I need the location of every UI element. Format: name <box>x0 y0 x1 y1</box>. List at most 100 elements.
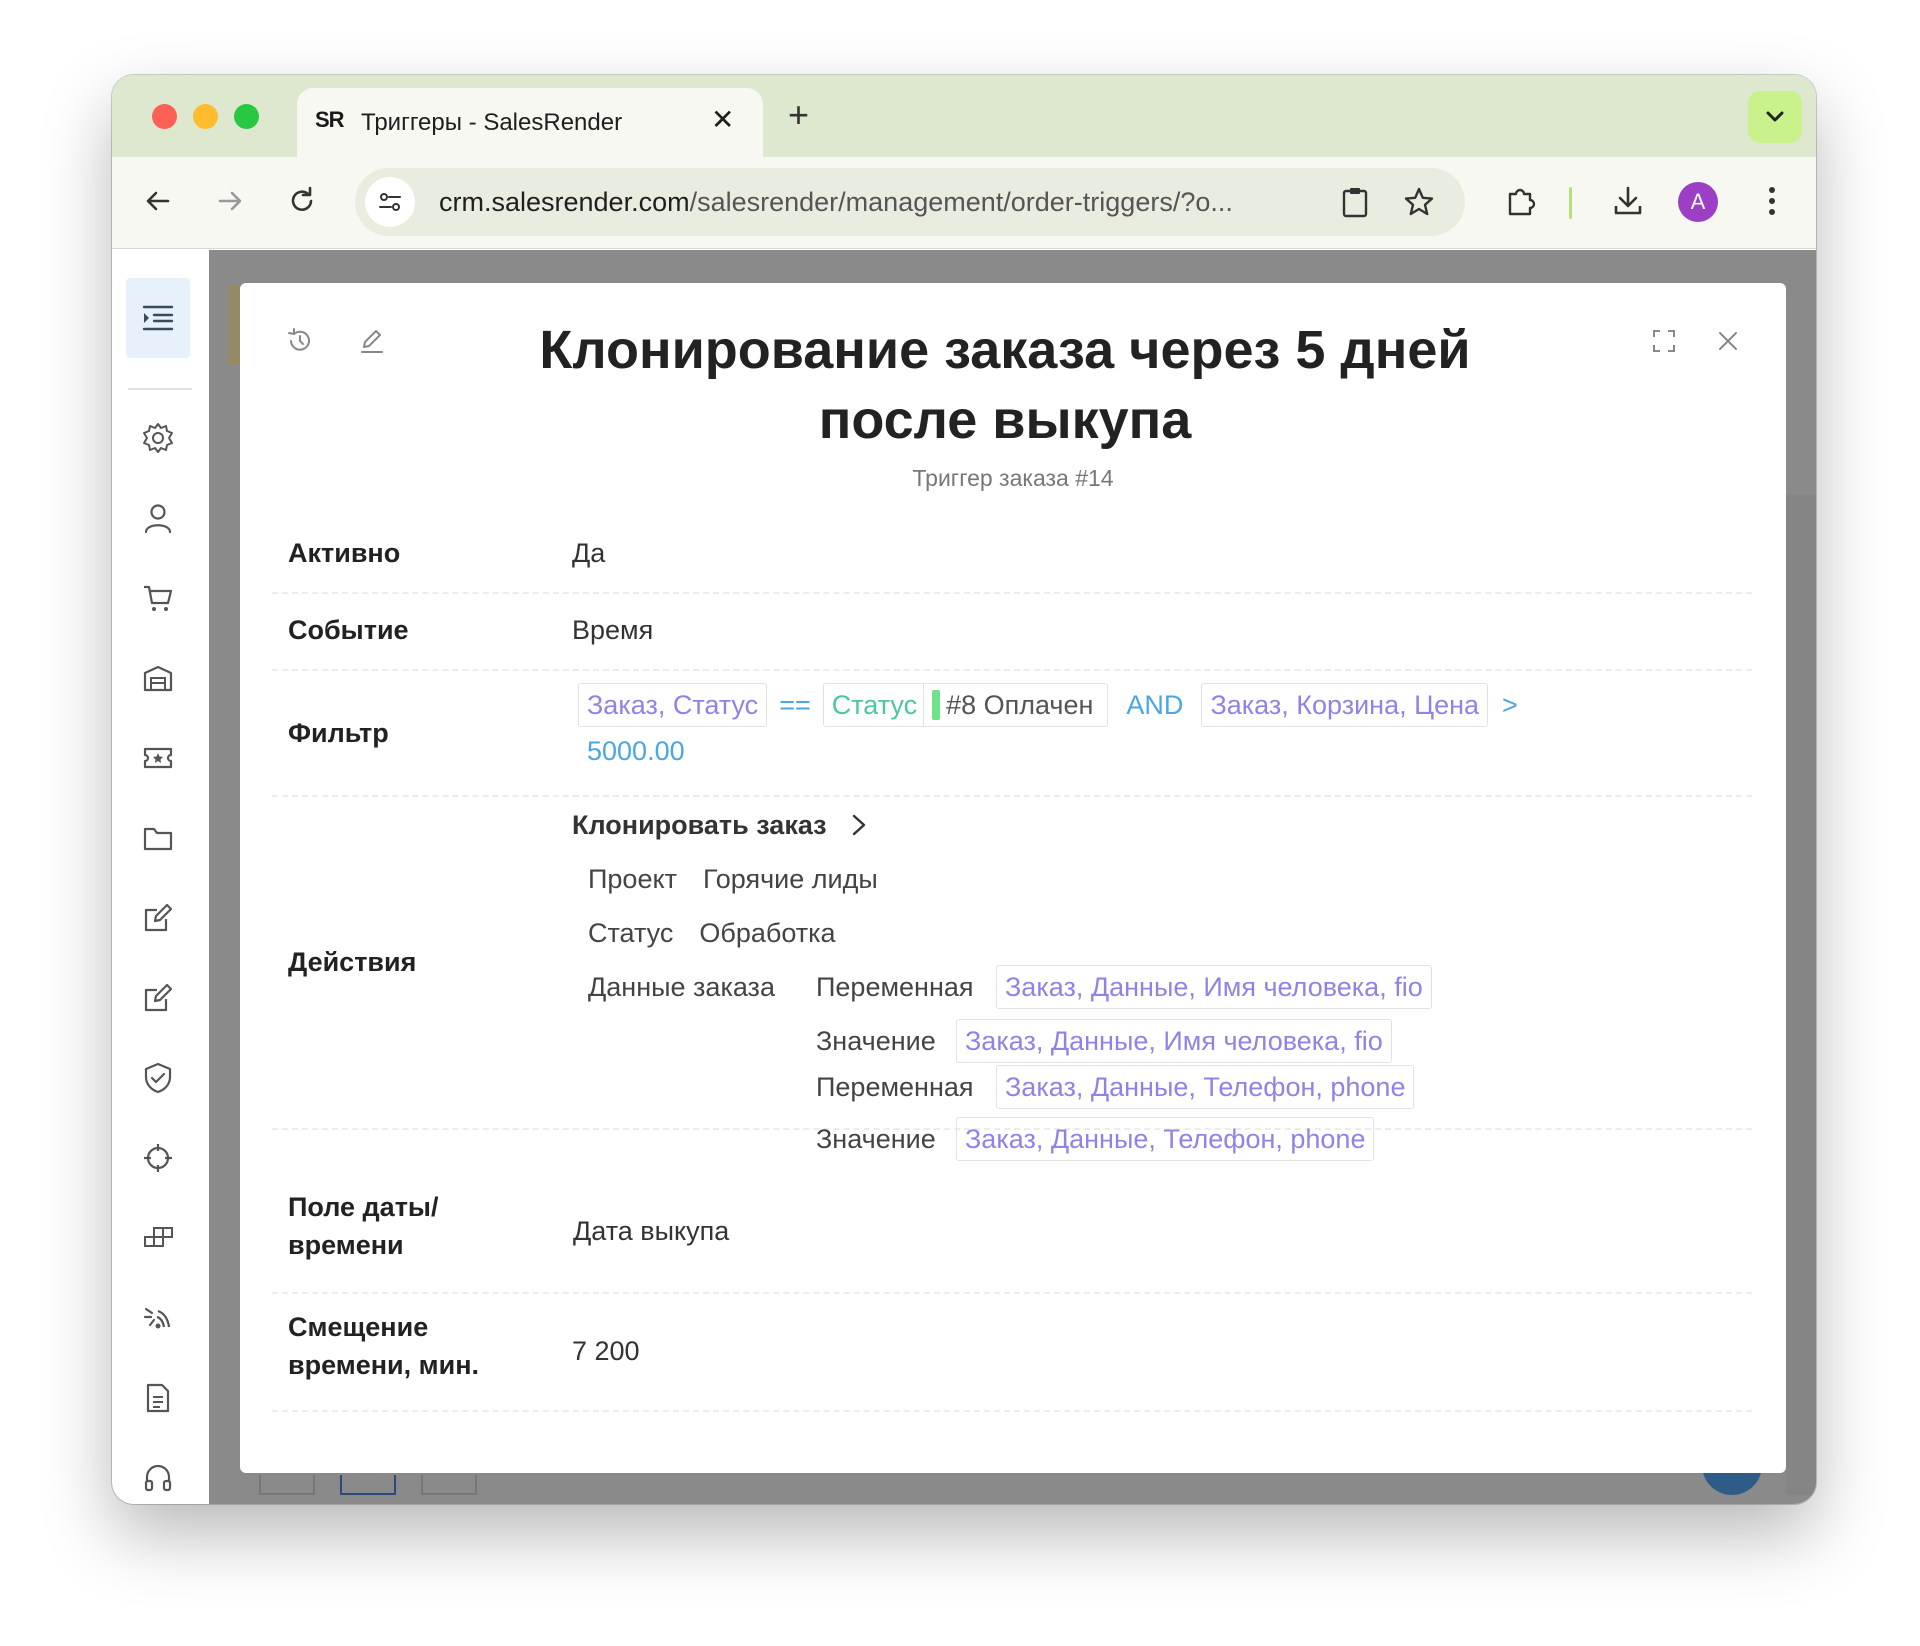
action-project: Проект Горячие лиды <box>588 857 878 901</box>
address-bar[interactable]: crm.salesrender.com/salesrender/manageme… <box>355 168 1465 236</box>
fullscreen-button[interactable] <box>1644 321 1684 361</box>
reload-icon <box>291 186 313 211</box>
crosshair-icon <box>144 1144 172 1172</box>
row-label-line1: Смещение <box>288 1312 429 1342</box>
row-value: 7 200 <box>572 1336 640 1366</box>
modal-close-button[interactable] <box>1708 321 1748 361</box>
url-host: crm.salesrender.com <box>439 187 690 217</box>
action-title[interactable]: Клонировать заказ <box>572 803 869 847</box>
cart-icon <box>144 585 173 611</box>
filter-field-chip[interactable]: Заказ, Статус <box>578 683 768 727</box>
arrow-left-icon <box>146 191 170 211</box>
more-vertical-icon <box>1769 187 1775 215</box>
action-project-label: Проект <box>588 864 677 894</box>
browser-toolbar: crm.salesrender.com/salesrender/manageme… <box>112 157 1816 249</box>
sidebar-item-orders[interactable] <box>140 580 176 616</box>
tab-search-button[interactable] <box>1748 91 1802 143</box>
shield-check-icon <box>144 1062 172 1094</box>
sidebar-item-support[interactable] <box>140 1460 176 1496</box>
history-icon <box>288 328 310 351</box>
chevron-down-icon <box>1766 111 1784 122</box>
row-label: Фильтр <box>288 718 389 748</box>
bookmark-button[interactable] <box>1401 184 1437 220</box>
downloads-button[interactable] <box>1608 181 1648 221</box>
action-status-value: Обработка <box>699 918 836 948</box>
row-label: Событие <box>288 615 409 645</box>
browser-menu-button[interactable] <box>1752 181 1792 221</box>
menu-toggle-button[interactable] <box>126 278 190 358</box>
action-project-value: Горячие лиды <box>702 864 878 894</box>
tab-strip: SR Триггеры - SalesRender ✕ + <box>112 75 1816 157</box>
row-label: Действия <box>288 947 417 977</box>
new-tab-button[interactable]: + <box>788 97 809 133</box>
url-path: /salesrender/management/order-triggers/?… <box>689 187 1233 217</box>
background-pagination-2 <box>340 1475 396 1495</box>
row-label: Поле даты/времени <box>288 1188 438 1264</box>
row-filter: Фильтр Заказ, Статус == Статус #8 Оплачен AN… <box>272 671 1752 797</box>
sidebar-item-warehouse[interactable] <box>140 660 176 696</box>
tune-icon <box>379 193 401 211</box>
sidebar-item-forms[interactable] <box>140 900 176 936</box>
headset-icon <box>144 1464 172 1492</box>
pair-2-val-label: Значение <box>816 1124 936 1154</box>
puzzle-icon <box>1508 188 1536 216</box>
expand-icon <box>1653 330 1675 352</box>
sidebar-item-files[interactable] <box>140 820 176 856</box>
action-status-label: Статус <box>588 918 674 948</box>
sidebar-item-promotions[interactable] <box>140 740 176 776</box>
forward-button[interactable] <box>210 181 250 221</box>
action-order-data-label: Данные заказа <box>588 972 775 1002</box>
ticket-icon <box>143 747 173 769</box>
modal-subtitle: Триггер заказа #14 <box>912 465 1114 491</box>
sidebar-item-settings[interactable] <box>140 420 176 456</box>
minimize-window-button[interactable] <box>193 104 218 129</box>
close-window-button[interactable] <box>152 104 177 129</box>
row-value: Время <box>572 615 654 645</box>
edit-button[interactable] <box>352 321 392 361</box>
reload-button[interactable] <box>282 181 322 221</box>
filter-expression: Заказ, Статус == Статус #8 Оплачен AND Заказ,… <box>578 683 1698 773</box>
tab-title: Триггеры - SalesRender <box>361 109 623 136</box>
sidebar <box>112 250 209 1504</box>
settings-icon <box>143 423 173 453</box>
tab-close-icon[interactable]: ✕ <box>711 106 734 134</box>
browser-tab[interactable]: SR Триггеры - SalesRender ✕ <box>297 88 763 157</box>
filter-compare-operator: > <box>1502 690 1518 720</box>
extensions-button[interactable] <box>1501 181 1541 221</box>
pair-2-var-chip[interactable]: Заказ, Данные, Телефон, phone <box>996 1065 1415 1109</box>
profile-avatar[interactable]: A <box>1678 182 1718 222</box>
sidebar-item-templates[interactable] <box>140 980 176 1016</box>
back-button[interactable] <box>138 181 178 221</box>
sidebar-item-reports[interactable] <box>140 1380 176 1416</box>
download-icon <box>1614 186 1642 215</box>
trigger-details-modal: Клонирование заказа через 5 дней после в… <box>240 283 1786 1473</box>
sidebar-item-targets[interactable] <box>140 1140 176 1176</box>
pair-1-val-chip[interactable]: Заказ, Данные, Имя человека, fio <box>956 1019 1392 1063</box>
status-value: #8 Оплачен <box>946 690 1094 720</box>
document-icon <box>146 1383 170 1413</box>
pair-1-val-label: Значение <box>816 1026 936 1056</box>
filter-operator: == <box>779 690 811 720</box>
sidebar-item-integrations[interactable] <box>140 1220 176 1256</box>
row-value: Дата выкупа <box>573 1216 730 1246</box>
url-text[interactable]: crm.salesrender.com/salesrender/manageme… <box>439 187 1233 218</box>
sidebar-item-security[interactable] <box>140 1060 176 1096</box>
filter-field-chip-2[interactable]: Заказ, Корзина, Цена <box>1201 683 1489 727</box>
pair-1-var-chip[interactable]: Заказ, Данные, Имя человека, fio <box>996 965 1432 1009</box>
pair-1-var-label: Переменная <box>816 972 974 1002</box>
status-key: Статус <box>831 690 918 720</box>
close-icon <box>1719 332 1737 350</box>
pair-2-val-chip[interactable]: Заказ, Данные, Телефон, phone <box>956 1117 1375 1161</box>
pair-2-var-label: Переменная <box>816 1072 974 1102</box>
maximize-window-button[interactable] <box>234 104 259 129</box>
sidebar-item-telephony[interactable] <box>140 1300 176 1336</box>
history-button[interactable] <box>280 321 320 361</box>
filter-status-chip[interactable]: Статус #8 Оплачен <box>822 683 1109 727</box>
menu-indent-icon <box>142 305 174 331</box>
background-pagination-1 <box>259 1475 315 1495</box>
sidebar-item-users[interactable] <box>140 500 176 536</box>
row-label-line1: Поле даты/ <box>288 1192 439 1222</box>
site-info-button[interactable] <box>365 177 415 227</box>
sidebar-divider <box>128 388 192 390</box>
clipboard-button[interactable] <box>1337 184 1373 220</box>
